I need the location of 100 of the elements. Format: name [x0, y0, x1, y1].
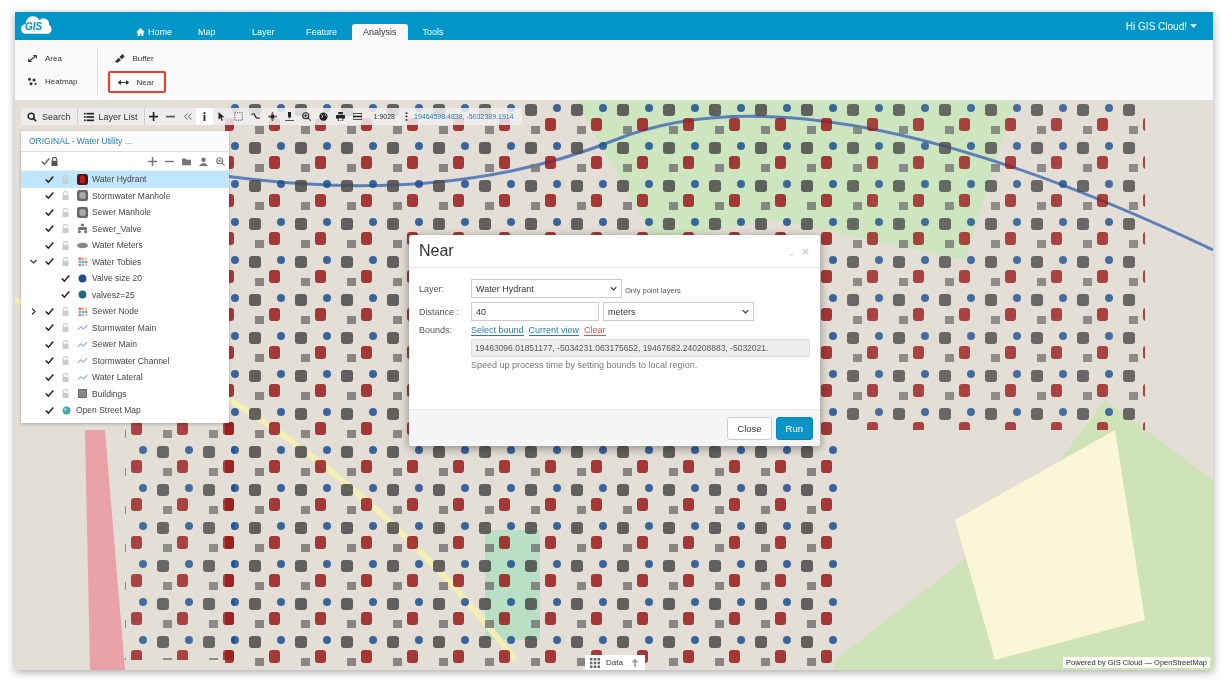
- user-icon[interactable]: [199, 156, 208, 166]
- plus-icon[interactable]: [148, 156, 157, 166]
- folder-icon[interactable]: [182, 156, 191, 166]
- color-grid-icon: [77, 256, 88, 268]
- unit-select[interactable]: meters: [603, 302, 754, 321]
- distance-field[interactable]: 40: [471, 302, 599, 321]
- measure-icon: [352, 112, 362, 121]
- layer-row[interactable]: Water Hydrant: [21, 171, 229, 188]
- ribbon-item[interactable]: Heatmap: [21, 71, 84, 91]
- search-button[interactable]: Search: [21, 108, 78, 125]
- list-icon: [83, 111, 94, 122]
- check-icon[interactable]: [60, 290, 70, 300]
- layer-row[interactable]: Open Street Map: [21, 402, 229, 419]
- chevron-down-icon: [742, 309, 749, 314]
- data-tab[interactable]: Data: [585, 655, 645, 670]
- globe-icon: [318, 112, 328, 121]
- check-icon[interactable]: [41, 156, 50, 166]
- layer-name: Stormwater Manhole: [92, 190, 171, 201]
- layer-row[interactable]: Valve size 20: [21, 270, 229, 287]
- check-icon[interactable]: [44, 191, 54, 201]
- close-button[interactable]: Close: [727, 416, 772, 440]
- bounds-field[interactable]: 19463096.01851177, -5034231.063175652, 19467682.240208883, -5032021.: [471, 339, 810, 357]
- nav-tab[interactable]: Analysis: [352, 24, 408, 40]
- field-label: Distance :: [419, 306, 461, 317]
- select-box-icon: [233, 112, 243, 121]
- project-title[interactable]: ORIGINAL - Water Utility ...: [21, 131, 229, 152]
- layer-row[interactable]: Sewer Node: [21, 303, 229, 320]
- cloud-logo[interactable]: [21, 14, 53, 36]
- dialog-title: Near: [419, 242, 455, 260]
- layer-name: Water Tobies: [92, 256, 142, 267]
- check-icon[interactable]: [44, 372, 54, 382]
- search-icon: [27, 111, 37, 122]
- lock-icon[interactable]: [50, 156, 59, 166]
- layer-row[interactable]: Sewer_Valve: [21, 220, 229, 237]
- layer-name: Buildings: [92, 388, 127, 399]
- home-icon: [136, 28, 145, 36]
- layer-name: Valve size 20: [92, 273, 142, 284]
- layer-name: valvesz=25: [92, 289, 135, 300]
- check-icon[interactable]: [44, 174, 54, 184]
- chevron-down-icon: [610, 286, 617, 291]
- layer-name: Stormwater Channel: [92, 355, 170, 366]
- check-icon[interactable]: [44, 240, 54, 250]
- chevron-down-icon[interactable]: [28, 257, 38, 267]
- pin-icon: [284, 112, 294, 121]
- field-label: Layer:: [419, 283, 445, 294]
- check-icon[interactable]: [44, 306, 54, 316]
- zoom-icon[interactable]: [216, 156, 225, 166]
- double-arrow-icon: [118, 77, 130, 87]
- layer-name: Water Meters: [92, 240, 143, 251]
- layer-row[interactable]: Sewer Manhole: [21, 204, 229, 221]
- color-grid-icon: [77, 305, 88, 317]
- manhole-icon: [77, 190, 88, 202]
- layer-select[interactable]: Water Hydrant: [471, 279, 622, 298]
- bounds-link[interactable]: Select bound: [471, 325, 524, 336]
- check-icon[interactable]: [44, 389, 54, 399]
- zoom-icon: [301, 112, 311, 121]
- square-icon: [77, 388, 88, 400]
- check-icon[interactable]: [44, 339, 54, 349]
- caret-icon: [1190, 24, 1197, 28]
- check-icon[interactable]: [44, 224, 54, 234]
- layer-row[interactable]: Water Lateral: [21, 369, 229, 386]
- layer-name: Sewer Manhole: [92, 207, 152, 218]
- dots-icon: [27, 76, 38, 86]
- map-tool[interactable]: [195, 108, 213, 125]
- check-icon[interactable]: [44, 323, 54, 333]
- layer-row[interactable]: Sewer Main: [21, 336, 229, 353]
- collapse-icon: [182, 112, 192, 121]
- layer-row[interactable]: Water Meters: [21, 237, 229, 254]
- arrow-up-icon: [630, 657, 640, 668]
- grid-icon: [590, 657, 600, 668]
- manhole-icon: [77, 206, 88, 218]
- print-icon: [335, 112, 345, 121]
- pan-icon: [267, 112, 277, 121]
- layer-row[interactable]: Stormwater Manhole: [21, 187, 229, 204]
- layer-name: Sewer_Valve: [92, 223, 142, 234]
- bounds-link[interactable]: Current view: [528, 325, 580, 336]
- bounds-link[interactable]: Clear: [584, 325, 606, 336]
- check-icon[interactable]: [44, 356, 54, 366]
- layer-list-button[interactable]: Layer List: [77, 108, 145, 125]
- ribbon-item[interactable]: Area: [21, 48, 84, 68]
- layer-name: Sewer Main: [92, 339, 137, 350]
- layer-name: Open Street Map: [76, 405, 141, 416]
- more-icon[interactable]: [405, 112, 408, 121]
- layer-name: Water Lateral: [92, 372, 143, 383]
- check-icon[interactable]: [44, 207, 54, 217]
- valve-icon: [77, 223, 88, 235]
- layer-row[interactable]: Water Tobies: [21, 253, 229, 270]
- check-icon[interactable]: [44, 405, 54, 415]
- check-icon[interactable]: [60, 273, 70, 283]
- pointer-icon: [216, 112, 226, 121]
- layer-row[interactable]: valvesz=25: [21, 286, 229, 303]
- freehand-icon: [250, 112, 260, 121]
- globe-icon: [61, 404, 72, 416]
- ribbon-item[interactable]: Buffer: [108, 48, 166, 68]
- layer-row[interactable]: Stormwater Main: [21, 319, 229, 336]
- dot-icon: [77, 272, 88, 284]
- layer-row[interactable]: Stormwater Channel: [21, 352, 229, 369]
- ribbon-item[interactable]: Near: [108, 71, 166, 93]
- check-icon[interactable]: [44, 257, 54, 267]
- layer-row[interactable]: Buildings: [21, 385, 229, 402]
